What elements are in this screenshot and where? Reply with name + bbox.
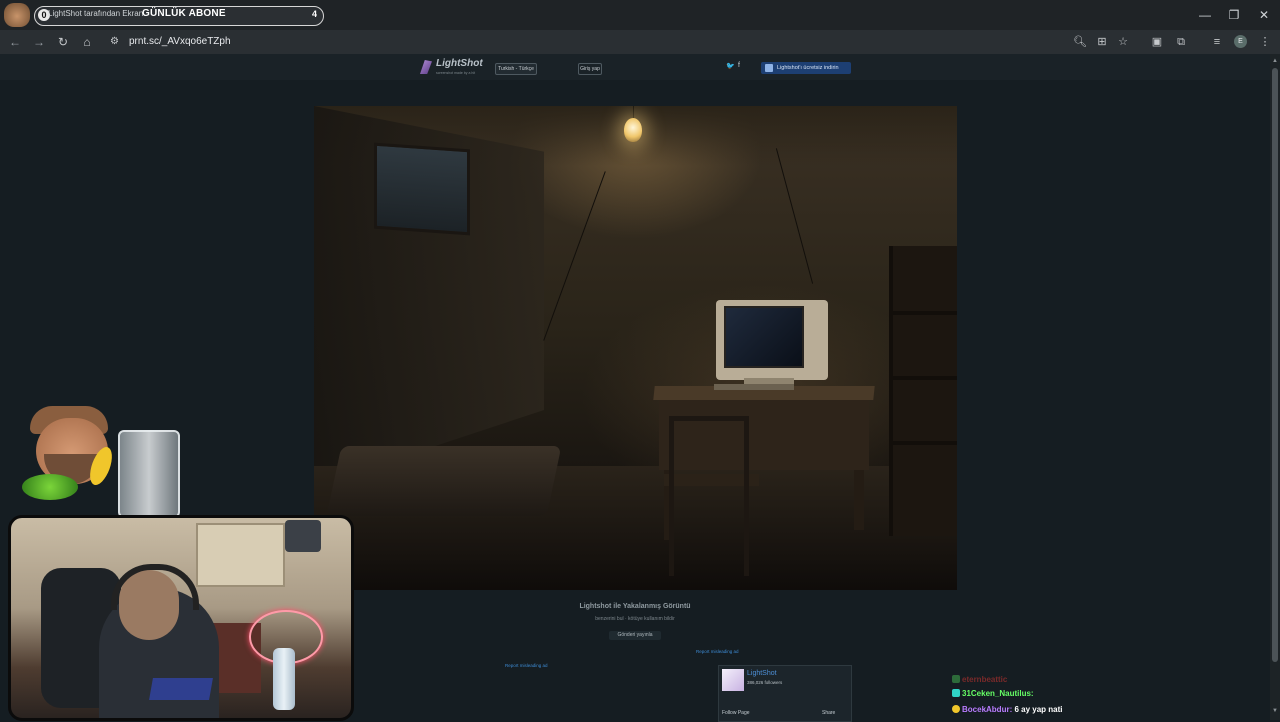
login-button[interactable]: Giriş yap xyxy=(578,63,602,75)
bookmark-star-icon[interactable]: ☆ xyxy=(1114,33,1132,51)
facebook-icon[interactable]: f xyxy=(738,62,740,69)
download-lightshot-button[interactable]: Lightshot'ı ücretsiz indirin xyxy=(761,62,851,74)
chat-username: BocekAbdur: xyxy=(962,705,1013,714)
basketball-hoop xyxy=(285,520,321,552)
tab-title: LightShot tarafından Ekran xyxy=(48,9,144,18)
tab-search-icon[interactable]: ▣ xyxy=(1148,33,1166,51)
profile-avatar-button[interactable]: E xyxy=(1234,35,1247,48)
extensions-icon[interactable]: ⧉ xyxy=(1172,33,1190,51)
image-title: Lightshot ile Yakalanmış Görüntü xyxy=(579,603,691,610)
image-actions[interactable]: benzerini bul · kötüye kullanım bildir xyxy=(560,616,710,622)
lightshot-tagline: screenshot made by a hit xyxy=(436,71,476,75)
lightshot-logo[interactable]: LightShot xyxy=(436,58,483,69)
webcam-overlay xyxy=(8,515,354,721)
shelf-board xyxy=(889,441,957,445)
zoom-icon[interactable]: 🔍︎ xyxy=(1071,33,1089,51)
site-info-icon[interactable]: ⚙ xyxy=(110,33,124,51)
install-app-icon[interactable]: ⊞ xyxy=(1093,33,1111,51)
light-bulb xyxy=(624,118,642,142)
screenshot-image xyxy=(314,106,957,590)
subscriber-goal-label: GÜNLÜK ABONE xyxy=(142,8,226,19)
wooden-chair xyxy=(669,416,749,576)
headset xyxy=(111,564,199,610)
report-ad-link[interactable]: Report misleading ad xyxy=(505,663,548,668)
bulb-wire xyxy=(633,106,634,118)
address-bar[interactable]: prnt.sc/_AVxqo6eTZph xyxy=(129,36,231,47)
keyboard xyxy=(714,384,794,390)
mascot-grapes xyxy=(22,474,78,500)
lightshot-page-logo[interactable] xyxy=(722,669,744,691)
reload-button[interactable]: ↻ xyxy=(54,33,72,51)
browser-tab[interactable]: 0 LightShot tarafından Ekran GÜNLÜK ABON… xyxy=(34,6,324,26)
chat-message: BocekAbdur: 6 ay yap nati xyxy=(952,705,1063,714)
wooden-shelf xyxy=(889,246,957,536)
basement-window xyxy=(374,142,470,236)
maximize-button[interactable]: ❐ xyxy=(1225,6,1243,24)
chat-message: eternbeattic xyxy=(952,675,1007,684)
chat-badge-icon xyxy=(952,675,960,683)
desk-leg xyxy=(854,470,864,530)
wall-crack xyxy=(775,148,814,284)
fb-followers: 386,026 followers xyxy=(747,680,783,685)
browser-toolbar: ← → ↻ ⌂ ⚙ prnt.sc/_AVxqo6eTZph 🔍︎ ⊞ ☆ ▣ … xyxy=(0,30,1280,54)
minimize-button[interactable]: — xyxy=(1196,6,1214,24)
fb-share-button[interactable]: Share xyxy=(822,710,835,716)
scroll-up-icon[interactable]: ▲ xyxy=(1271,58,1279,66)
lightshot-header xyxy=(0,54,1270,80)
close-window-button[interactable]: ✕ xyxy=(1255,6,1273,24)
shelf-board xyxy=(889,376,957,380)
shirt-print xyxy=(149,678,213,700)
scroll-down-icon[interactable]: ▼ xyxy=(1271,708,1279,716)
chat-message: 31Ceken_Nautilus: xyxy=(952,689,1034,698)
wall-map xyxy=(196,523,285,587)
tweet-button[interactable]: Gönderi yayınla xyxy=(609,631,661,640)
back-button[interactable]: ← xyxy=(6,33,24,51)
media-control-icon[interactable]: ≡ xyxy=(1208,33,1226,51)
subscriber-goal-count: 4 xyxy=(311,9,317,19)
wall-crack xyxy=(543,171,606,341)
twitter-icon[interactable]: 🐦 xyxy=(726,62,735,70)
download-icon xyxy=(765,64,773,72)
language-select[interactable]: Turkish - Türkçe xyxy=(495,63,537,75)
more-menu-icon[interactable]: ⋮ xyxy=(1256,33,1274,51)
water-bottle xyxy=(273,648,295,710)
monitor-screen xyxy=(724,306,804,368)
fb-page-name[interactable]: LightShot xyxy=(747,670,777,677)
forward-button[interactable]: → xyxy=(30,33,48,51)
chat-badge-icon xyxy=(952,705,960,713)
chat-username: 31Ceken_Nautilus: xyxy=(962,689,1034,698)
shelf-board xyxy=(889,311,957,315)
chat-username: eternbeattic xyxy=(962,675,1008,684)
fb-follow-page-button[interactable]: Follow Page xyxy=(722,710,750,716)
mattress xyxy=(326,446,562,516)
beer-mug xyxy=(118,430,180,518)
chat-text: 6 ay yap nati xyxy=(1014,705,1063,714)
report-ad-link[interactable]: Report misleading ad xyxy=(696,649,739,654)
scrollbar-thumb[interactable] xyxy=(1272,68,1278,662)
chat-badge-icon xyxy=(952,689,960,697)
streamer-avatar-icon xyxy=(4,3,30,27)
home-button[interactable]: ⌂ xyxy=(78,33,96,51)
